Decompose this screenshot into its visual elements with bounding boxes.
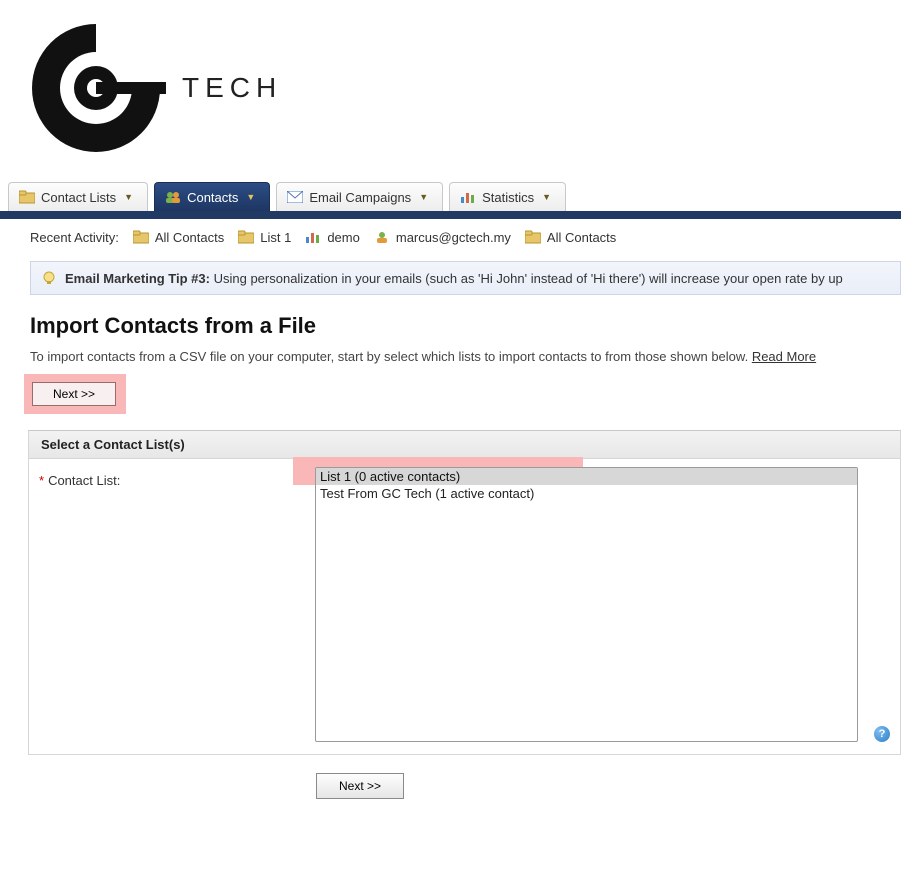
tab-contacts[interactable]: Contacts ▼ — [154, 182, 270, 211]
logo-area: TECH — [0, 0, 901, 168]
logo-text: TECH — [182, 72, 282, 104]
recent-item-label: All Contacts — [547, 230, 616, 245]
folder-icon — [133, 229, 149, 245]
recent-item[interactable]: All Contacts — [525, 229, 616, 245]
field-label-text: Contact List: — [48, 473, 120, 488]
tab-statistics[interactable]: Statistics ▼ — [449, 182, 566, 211]
logo-mark — [26, 18, 166, 158]
lightbulb-icon — [41, 270, 57, 286]
page-intro: To import contacts from a CSV file on yo… — [30, 349, 901, 364]
dropdown-arrow-icon: ▼ — [246, 192, 255, 202]
users-icon — [165, 189, 181, 205]
recent-item[interactable]: marcus@gctech.my — [374, 229, 511, 245]
next-button-highlight: Next >> — [24, 374, 126, 414]
envelope-icon — [287, 189, 303, 205]
contact-list-label: * Contact List: — [39, 467, 299, 742]
dropdown-arrow-icon: ▼ — [542, 192, 551, 202]
tab-label: Contact Lists — [41, 190, 116, 205]
tab-contact-lists[interactable]: Contact Lists ▼ — [8, 182, 148, 211]
recent-activity-label: Recent Activity: — [30, 230, 119, 245]
list-option[interactable]: List 1 (0 active contacts) — [316, 468, 857, 485]
tab-label: Contacts — [187, 190, 238, 205]
contact-list-wrap: List 1 (0 active contacts) Test From GC … — [315, 467, 858, 742]
tab-email-campaigns[interactable]: Email Campaigns ▼ — [276, 182, 443, 211]
chart-icon — [305, 229, 321, 245]
chart-icon — [460, 189, 476, 205]
recent-item[interactable]: demo — [305, 229, 360, 245]
tip-body: Using personalization in your emails (su… — [214, 271, 843, 286]
required-asterisk: * — [39, 473, 44, 488]
recent-item-label: List 1 — [260, 230, 291, 245]
recent-item[interactable]: All Contacts — [133, 229, 224, 245]
folder-icon — [238, 229, 254, 245]
recent-item-label: marcus@gctech.my — [396, 230, 511, 245]
dropdown-arrow-icon: ▼ — [124, 192, 133, 202]
tab-label: Email Campaigns — [309, 190, 411, 205]
tip-title: Email Marketing Tip #3: — [65, 271, 210, 286]
list-option[interactable]: Test From GC Tech (1 active contact) — [316, 485, 857, 502]
user-icon — [374, 229, 390, 245]
folder-icon — [19, 189, 35, 205]
tip-text: Email Marketing Tip #3: Using personaliz… — [65, 271, 843, 286]
recent-item[interactable]: List 1 — [238, 229, 291, 245]
recent-item-label: All Contacts — [155, 230, 224, 245]
section-body: * Contact List: List 1 (0 active contacts… — [29, 459, 900, 754]
folder-icon — [525, 229, 541, 245]
intro-text: To import contacts from a CSV file on yo… — [30, 349, 748, 364]
page-title: Import Contacts from a File — [30, 313, 901, 339]
recent-item-label: demo — [327, 230, 360, 245]
recent-activity-bar: Recent Activity: All Contacts List 1 dem… — [0, 219, 901, 255]
select-contact-list-section: Select a Contact List(s) * Contact List: … — [28, 430, 901, 755]
main-tabs: Contact Lists ▼ Contacts ▼ Email Campaig… — [0, 176, 901, 213]
read-more-link[interactable]: Read More — [752, 349, 816, 364]
section-header: Select a Contact List(s) — [29, 431, 900, 459]
next-button-top[interactable]: Next >> — [32, 382, 116, 406]
tab-label: Statistics — [482, 190, 534, 205]
tip-box: Email Marketing Tip #3: Using personaliz… — [30, 261, 901, 295]
dropdown-arrow-icon: ▼ — [419, 192, 428, 202]
help-icon[interactable]: ? — [874, 726, 890, 742]
contact-list-select[interactable]: List 1 (0 active contacts) Test From GC … — [315, 467, 858, 742]
next-button-bottom[interactable]: Next >> — [316, 773, 404, 799]
